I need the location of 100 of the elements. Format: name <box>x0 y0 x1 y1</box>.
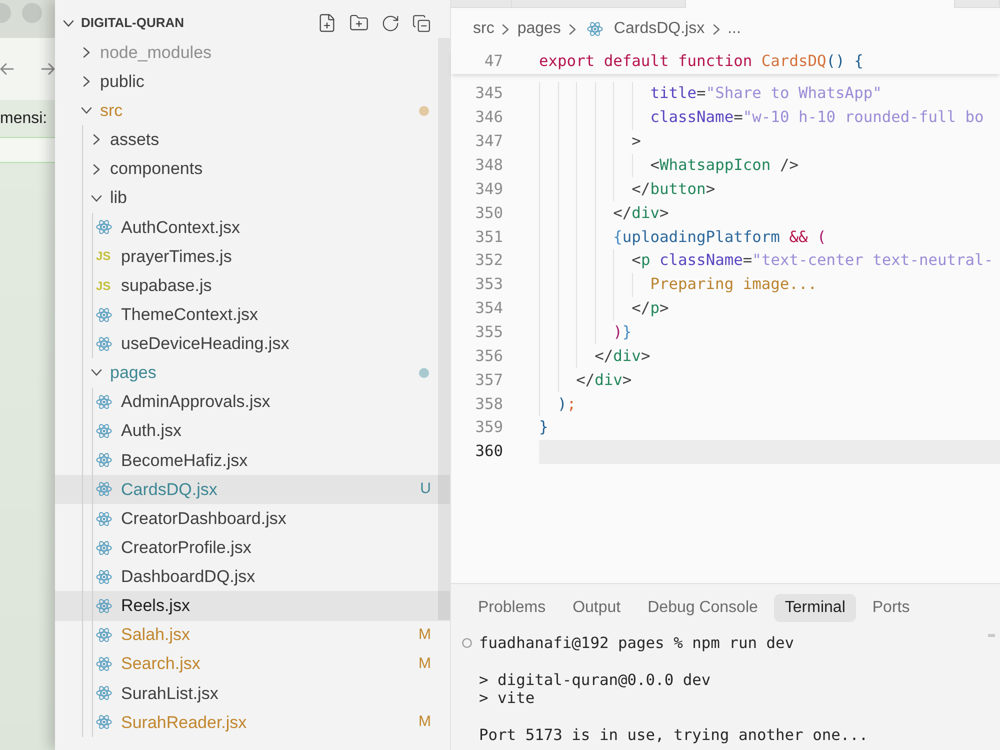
terminal-output: > vite <box>479 688 535 710</box>
forward-arrow-icon[interactable] <box>41 63 55 75</box>
text-field[interactable] <box>0 137 55 163</box>
line-number: 352 <box>474 250 503 272</box>
editor-tab[interactable] <box>686 0 955 8</box>
back-arrow-icon[interactable] <box>0 63 14 75</box>
file-item[interactable]: AuthContext.jsx <box>55 212 450 242</box>
file-item[interactable]: ThemeContext.jsx <box>55 300 450 330</box>
git-status-label: U <box>420 479 431 500</box>
atom-icon <box>96 481 112 498</box>
chevron-right-icon <box>712 24 720 34</box>
code-line: <WhatsappIcon /> <box>650 154 798 176</box>
panel-tab[interactable]: Output <box>562 594 632 622</box>
breadcrumb-item[interactable]: CardsDQ.jsx <box>614 17 705 41</box>
code-line: export default function CardsDQ() { <box>539 51 864 72</box>
line-number: 355 <box>474 322 503 343</box>
code-line: > <box>632 131 641 152</box>
file-item[interactable]: DashboardDQ.jsx <box>55 562 450 592</box>
line-number: 351 <box>474 226 503 248</box>
file-type-label: JS <box>96 250 112 262</box>
atom-icon <box>96 568 112 585</box>
breadcrumb-item[interactable]: pages <box>517 17 561 41</box>
chevron-right-icon <box>502 24 510 34</box>
scrollbar-thumb[interactable] <box>438 38 450 620</box>
new-file-icon[interactable] <box>317 13 337 33</box>
code-line: </div> <box>576 370 632 391</box>
atom-icon <box>96 510 112 527</box>
file-item[interactable]: Reels.jsx <box>55 591 450 620</box>
git-status-label: M <box>418 654 431 674</box>
folder-item[interactable]: public <box>55 67 450 96</box>
panel-tab[interactable]: Problems <box>467 594 557 622</box>
line-number: 359 <box>474 417 503 438</box>
chevron-down-icon[interactable] <box>63 20 74 26</box>
chevron-right-icon <box>568 24 576 34</box>
file-item[interactable]: JS prayerTimes.js <box>55 242 450 271</box>
collapse-all-icon[interactable] <box>412 14 431 32</box>
terminal-output: Port 5173 is in use, trying another one... <box>479 725 868 746</box>
line-number: 346 <box>474 107 503 128</box>
breadcrumb-item[interactable]: ... <box>728 17 741 41</box>
line-number: 348 <box>474 154 503 176</box>
code-line: </div> <box>613 202 669 224</box>
line-number: 349 <box>474 178 503 200</box>
line-number: 360 <box>474 441 503 462</box>
panel-tab[interactable]: Terminal <box>774 594 856 622</box>
line-number: 47 <box>483 51 503 72</box>
code-line: {uploadingPlatform && ( <box>613 226 826 248</box>
explorer-title[interactable]: DIGITAL-QURAN <box>81 13 184 33</box>
line-number: 358 <box>474 394 503 415</box>
file-item[interactable]: CreatorDashboard.jsx <box>55 504 450 534</box>
breadcrumb-item[interactable]: src <box>473 17 494 41</box>
atom-icon <box>96 219 112 236</box>
code-line: className="w-10 h-10 rounded-full bo <box>650 107 984 128</box>
line-number: 347 <box>474 131 503 152</box>
editor-tab[interactable] <box>512 0 686 8</box>
code-line: ); <box>558 394 576 415</box>
panel-tab[interactable]: Debug Console <box>636 594 769 622</box>
file-item[interactable]: JS supabase.js <box>55 271 450 300</box>
atom-icon <box>96 685 112 702</box>
window-control-icon[interactable] <box>22 3 42 23</box>
atom-icon <box>96 452 112 468</box>
file-item[interactable]: SurahList.jsx <box>55 678 450 708</box>
refresh-icon[interactable] <box>381 14 400 32</box>
file-item[interactable]: Auth.jsx <box>55 416 450 446</box>
new-folder-icon[interactable] <box>349 13 369 33</box>
code-line: Preparing image... <box>650 274 817 296</box>
file-item[interactable]: AdminApprovals.jsx <box>55 388 450 417</box>
atom-icon <box>96 394 112 410</box>
code-line: } <box>539 417 548 438</box>
file-item[interactable]: useDeviceHeading.jsx <box>55 329 450 358</box>
code-line: </div> <box>594 346 650 367</box>
line-number: 350 <box>474 202 503 224</box>
folder-item[interactable]: pages <box>55 358 450 388</box>
terminal-output: > digital-quran@0.0.0 dev <box>479 670 711 691</box>
file-item[interactable]: CreatorProfile.jsx <box>55 533 450 562</box>
terminal-command: fuadhanafi@192 pages % npm run dev <box>479 632 794 654</box>
line-number: 354 <box>474 298 503 320</box>
line-number: 357 <box>474 370 503 391</box>
atom-icon <box>96 714 112 730</box>
panel-tab[interactable]: Ports <box>861 594 921 622</box>
code-line: </p> <box>632 298 669 320</box>
atom-icon <box>586 21 603 37</box>
line-number: 353 <box>474 274 503 296</box>
folder-item[interactable]: components <box>55 154 450 184</box>
folder-item[interactable]: assets <box>55 125 450 154</box>
folder-item[interactable]: lib <box>55 184 450 213</box>
atom-icon <box>96 306 112 323</box>
line-number: 356 <box>474 346 503 367</box>
git-status-label: M <box>418 624 431 645</box>
file-item[interactable]: BecomeHafiz.jsx <box>55 446 450 475</box>
atom-icon <box>96 656 112 672</box>
code-line: </button> <box>632 178 716 200</box>
scroll-marker <box>988 634 995 637</box>
editor-tab[interactable] <box>955 0 1000 8</box>
code-line: title="Share to WhatsApp" <box>650 83 882 104</box>
editor-tab[interactable] <box>451 0 512 8</box>
atom-icon <box>96 423 112 440</box>
atom-icon <box>96 627 112 644</box>
atom-icon <box>96 336 112 352</box>
atom-icon <box>96 598 112 614</box>
atom-icon <box>96 540 112 556</box>
